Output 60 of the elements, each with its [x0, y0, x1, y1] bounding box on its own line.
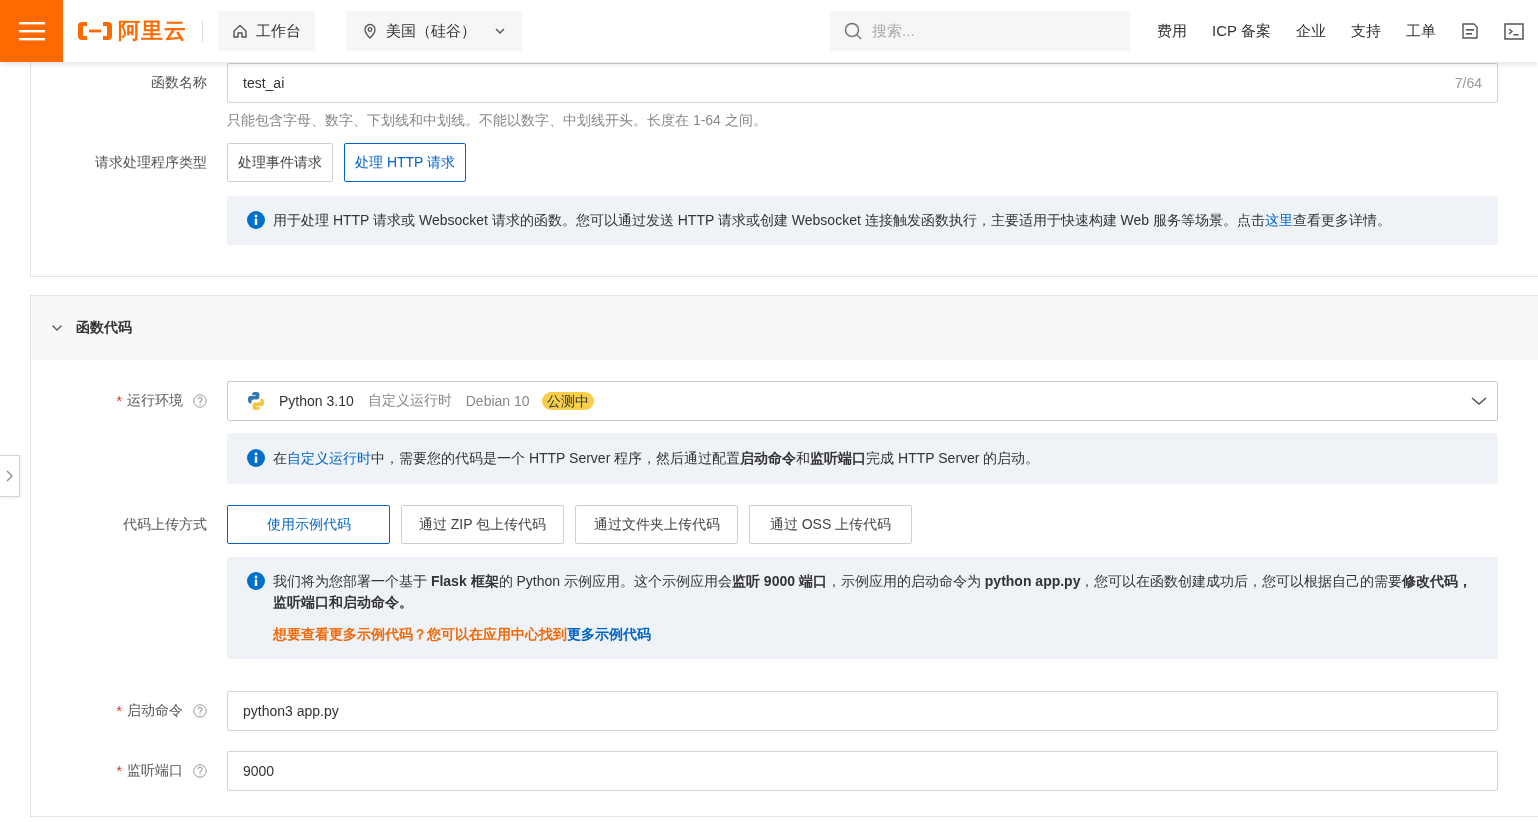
- help-icon: [193, 394, 207, 408]
- option-button[interactable]: 使用示例代码: [227, 505, 390, 544]
- info-text: 用于处理 HTTP 请求或 Websocket 请求的函数。您可以通过发送 HTTP 请求或创建 Websocket 连接触发函数执行，主要适用于快速构建 Web 服务等场景。点击这里查看更多详情。: [273, 211, 1393, 230]
- chevron-right-icon: [5, 470, 14, 482]
- search-icon: [844, 22, 863, 40]
- workbench-button[interactable]: 工作台: [218, 11, 315, 51]
- info-icon: [247, 449, 265, 467]
- option-button[interactable]: 通过 OSS 上传代码: [749, 505, 912, 544]
- status-badge: 公测中: [541, 392, 594, 410]
- help-icon: [193, 704, 207, 718]
- collapse-handle[interactable]: [0, 455, 20, 497]
- info-icon: [247, 211, 265, 229]
- nav-link[interactable]: 工单: [1406, 21, 1436, 41]
- required-mark: *: [116, 703, 122, 719]
- option-button[interactable]: 通过 ZIP 包上传代码: [401, 505, 564, 544]
- field-label: 代码上传方式: [123, 515, 207, 534]
- option-button[interactable]: 处理 HTTP 请求: [344, 143, 467, 182]
- terminal-icon[interactable]: [1504, 21, 1524, 41]
- character-counter: 7/64: [1454, 75, 1482, 91]
- link[interactable]: 更多示例代码: [567, 626, 651, 642]
- option-button[interactable]: 通过文件夹上传代码: [575, 505, 738, 544]
- runtime-type: 自定义运行时: [367, 392, 452, 410]
- field-label: 函数名称: [151, 74, 207, 92]
- link[interactable]: 这里: [1265, 212, 1294, 228]
- menu-icon: [18, 21, 45, 41]
- nav-link[interactable]: 企业: [1296, 21, 1326, 41]
- location-pin-icon: [362, 23, 378, 39]
- text-field[interactable]: 9000: [227, 751, 1498, 791]
- logo-icon: [77, 20, 113, 42]
- field-label: 监听端口: [127, 762, 183, 780]
- app-icon[interactable]: [1461, 22, 1479, 40]
- text-field[interactable]: test_ai 7/64: [227, 63, 1498, 103]
- required-mark: *: [116, 393, 122, 409]
- runtime-os: Debian 10: [465, 393, 530, 409]
- info-icon: [247, 572, 265, 590]
- field-label: 启动命令: [127, 702, 183, 720]
- menu-button[interactable]: [0, 0, 63, 62]
- field-hint: 只能包含字母、数字、下划线和中划线。不能以数字、中划线开头。长度在 1-64 之间。: [227, 111, 768, 129]
- info-text: 我们将为您部署一个基于 Flask 框架的 Python 示例应用。这个示例应用会监听 9000 端口，示例应用的启动命令为 python app.py，您可以在函数创建成功后，您可以根据自己的需要修改代码，监听端口和启动命令。: [273, 572, 1474, 612]
- section-title: 函数代码: [76, 319, 132, 337]
- option-button[interactable]: 处理事件请求: [227, 143, 333, 182]
- info-text: 想要查看更多示例代码？您可以在应用中心找到更多示例代码: [273, 625, 652, 644]
- required-mark: *: [116, 763, 122, 779]
- region-selector[interactable]: 美国（硅谷）: [346, 11, 522, 51]
- info-text: 在自定义运行时中，需要您的代码是一个 HTTP Server 程序，然后通过配置启动命令和监听端口 完成 HTTP Server 的启动。: [273, 449, 1041, 468]
- nav-link[interactable]: ICP 备案: [1212, 21, 1271, 41]
- nav-link[interactable]: 支持: [1351, 21, 1381, 41]
- text-field[interactable]: python3 app.py: [227, 691, 1498, 731]
- field-label: 运行环境: [127, 392, 183, 410]
- nav-link[interactable]: 费用: [1157, 21, 1188, 41]
- help-icon: [193, 764, 207, 778]
- link[interactable]: 自定义运行时: [287, 450, 371, 466]
- brand-name: 阿里云: [118, 17, 187, 45]
- chevron-down-icon: [1471, 394, 1487, 408]
- home-icon: [232, 23, 248, 39]
- runtime-name: Python 3.10: [279, 393, 354, 409]
- field-label: 请求处理程序类型: [95, 153, 207, 172]
- python-icon: [246, 391, 266, 411]
- runtime-select[interactable]: Python 3.10 自定义运行时 Debian 10 公测中: [227, 381, 1498, 421]
- section-header[interactable]: 函数代码: [31, 296, 1538, 360]
